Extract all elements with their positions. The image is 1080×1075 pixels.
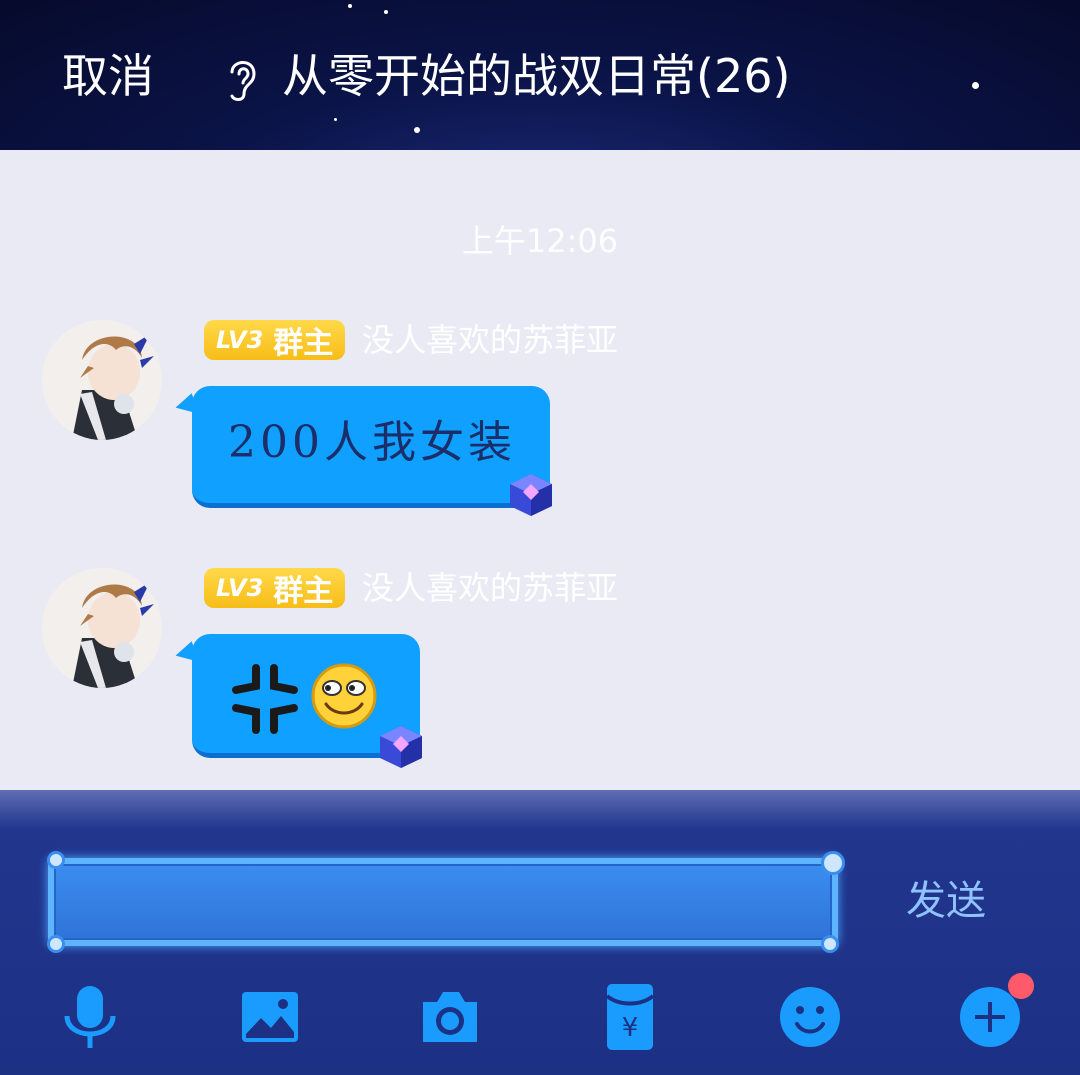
star-decoration: [384, 10, 388, 14]
input-bar-sheen: [0, 790, 1080, 830]
message-text: 200人我女装: [228, 417, 516, 468]
frame-corner-knob: [821, 935, 839, 953]
sender-name[interactable]: 没人喜欢的苏菲亚: [362, 568, 618, 608]
chat-area: 上午12:06 LV3 群主 没人喜欢的苏菲亚 200人我女装 LV3 群主 没…: [0, 150, 1080, 790]
sender-name[interactable]: 没人喜欢的苏菲亚: [362, 320, 618, 360]
star-decoration: [414, 127, 420, 133]
frame-corner-knob: [821, 851, 845, 875]
red-packet-icon[interactable]: ¥: [595, 982, 665, 1052]
gem-icon: [510, 474, 552, 516]
level-label: LV3: [216, 574, 264, 602]
camera-icon[interactable]: [415, 982, 485, 1052]
notification-dot: [1008, 973, 1034, 999]
avatar-image: [42, 320, 162, 440]
gem-icon: [380, 726, 422, 768]
image-icon[interactable]: [235, 982, 305, 1052]
message-bubble[interactable]: [192, 634, 422, 768]
message-input[interactable]: [48, 858, 838, 946]
group-title: 从零开始的战双日常(26): [282, 49, 791, 103]
level-badge: LV3 群主: [204, 568, 346, 609]
star-decoration: [334, 118, 337, 121]
message-timestamp: 上午12:06: [461, 222, 619, 260]
star-decoration: [348, 4, 352, 8]
avatar[interactable]: [42, 320, 162, 440]
smirk-emoji-icon: [311, 663, 377, 729]
role-label: 群主: [273, 326, 334, 361]
frame-corner-knob: [47, 935, 65, 953]
message-bubble[interactable]: 200人我女装: [192, 386, 552, 516]
frame-corner-knob: [47, 851, 65, 869]
cancel-button[interactable]: 取消: [62, 46, 154, 106]
level-badge: LV3 群主: [204, 320, 346, 361]
svg-text:¥: ¥: [622, 1013, 639, 1043]
ear-icon[interactable]: [222, 54, 262, 104]
microphone-icon[interactable]: [55, 982, 125, 1052]
role-label: 群主: [273, 574, 334, 609]
avatar-image: [42, 568, 162, 688]
level-label: LV3: [216, 326, 264, 354]
emoji-icon[interactable]: [775, 982, 845, 1052]
star-decoration: [972, 82, 979, 89]
title-bar: 取消 从零开始的战双日常(26): [0, 0, 1080, 150]
input-bar: 发送 ¥: [0, 790, 1080, 1075]
send-button[interactable]: 发送: [906, 876, 986, 926]
anger-symbol-icon: [232, 664, 298, 734]
avatar[interactable]: [42, 568, 162, 688]
